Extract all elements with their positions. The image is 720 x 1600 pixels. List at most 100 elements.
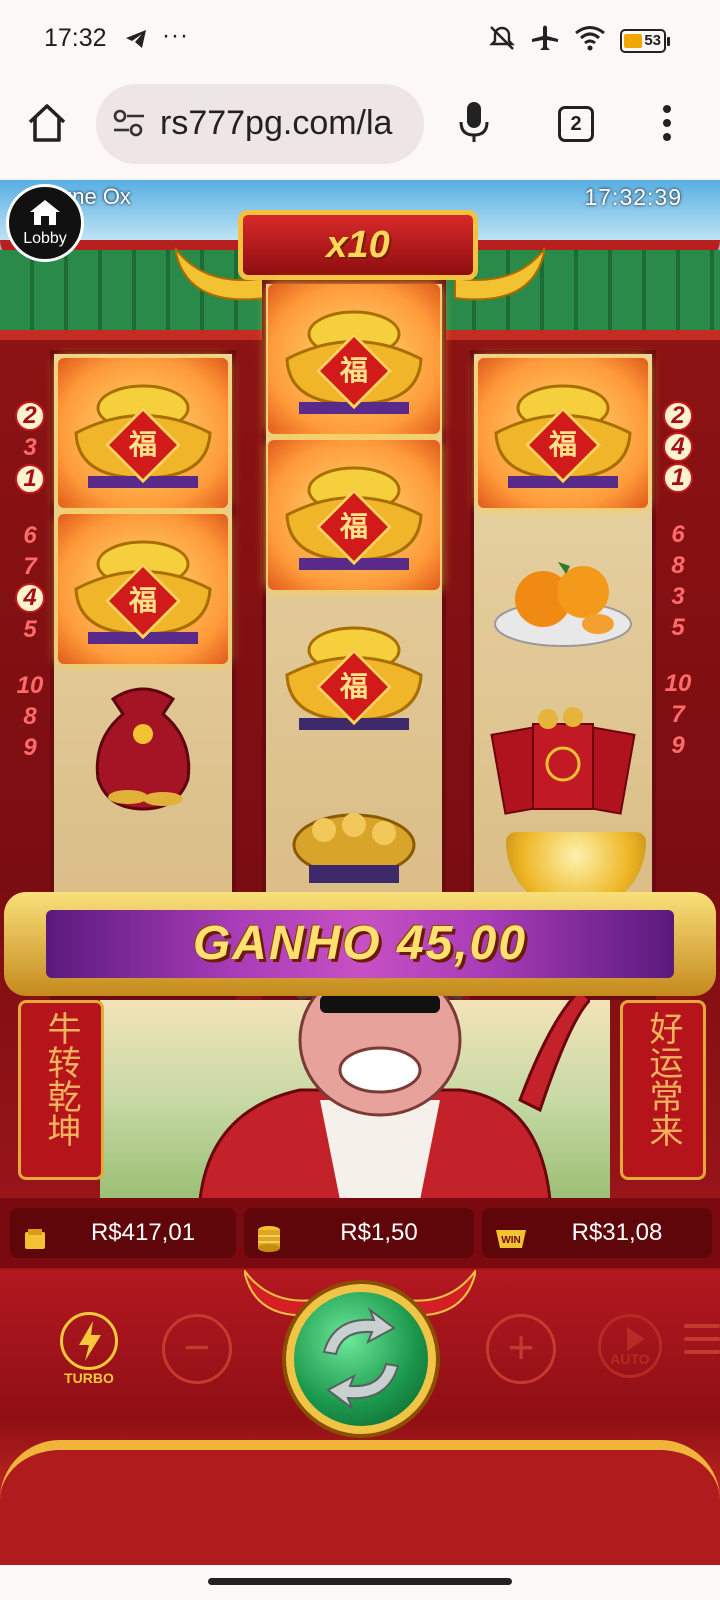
coin-stack-icon (256, 1220, 282, 1270)
paylines-right: 2 4 1 6 8 3 5 10 7 9 (660, 400, 696, 761)
payline-gap (12, 645, 48, 670)
turbo-label: TURBO (64, 1370, 114, 1386)
microphone-icon[interactable] (458, 100, 490, 149)
spin-button[interactable] (286, 1284, 436, 1434)
multiplier-value: x10 (326, 224, 390, 266)
payline-number: 7 (671, 701, 685, 728)
payline-number: 8 (671, 552, 685, 579)
win-banner: GANHO 45,00 (4, 892, 716, 996)
fu-character: 福 (339, 670, 368, 703)
paylines-left: 2 3 1 6 7 4 5 10 8 9 (12, 400, 48, 763)
lucky-bag-icon (95, 687, 191, 811)
balance-display[interactable]: R$417,01 (10, 1208, 236, 1258)
lobby-label: Lobby (23, 230, 67, 247)
status-time: 17:32 (44, 24, 107, 52)
payline-gap (660, 643, 696, 668)
oranges-icon (494, 562, 632, 647)
controls-panel: TURBO − + AUTO (0, 1270, 720, 1565)
win-icon-label: WIN (501, 1235, 520, 1246)
payline-number: 5 (671, 614, 685, 641)
house-icon (30, 200, 60, 225)
wifi-icon (574, 25, 606, 56)
pillar-left-text: 牛转乾坤 (41, 1011, 81, 1147)
increase-bet-button[interactable]: + (486, 1314, 556, 1384)
home-gesture-handle[interactable] (208, 1578, 512, 1585)
payline-number: 4 (15, 583, 45, 613)
fu-character: 福 (548, 428, 577, 461)
coin-pile-icon (292, 813, 416, 883)
payline-number: 8 (23, 703, 37, 730)
home-icon[interactable] (24, 100, 70, 146)
payline-number: 3 (23, 434, 37, 461)
bet-value: R$1,50 (340, 1219, 418, 1246)
site-settings-icon[interactable] (112, 108, 146, 143)
payline-gap (660, 494, 696, 519)
autoplay-button[interactable]: AUTO (598, 1314, 662, 1378)
red-envelopes-icon (490, 707, 636, 815)
battery-level: 53 (644, 31, 661, 49)
payline-number: 5 (23, 616, 37, 643)
bet-display[interactable]: R$1,50 (244, 1208, 474, 1258)
info-bar: R$417,01 R$1,50 WIN R$31,08 (0, 1198, 720, 1268)
payline-number: 9 (671, 732, 685, 759)
win-display: WIN R$31,08 (482, 1208, 712, 1258)
payline-number: 6 (671, 521, 685, 548)
win-banner-inner: GANHO 45,00 (46, 910, 674, 978)
wallet-icon (22, 1220, 48, 1270)
pillar-left: 牛转乾坤 (18, 1000, 104, 1180)
pillar-right-text: 好运常来 (643, 1011, 683, 1147)
fu-character: 福 (128, 428, 157, 461)
more-notifications-icon: ··· (162, 22, 189, 49)
symbol-coin-pile (268, 760, 440, 910)
payline-gap (12, 495, 48, 520)
balance-value: R$417,01 (90, 1219, 196, 1246)
payline-number: 10 (664, 670, 692, 697)
pillar-right: 好运常来 (620, 1000, 706, 1180)
symbol-gold-ingot: 福 (268, 284, 440, 434)
auto-label: AUTO (610, 1351, 650, 1367)
gesture-nav-bar (0, 1565, 720, 1600)
base-frame (0, 1440, 720, 1565)
payline-number: 2 (663, 401, 693, 431)
ox-character (198, 960, 590, 1200)
game-canvas[interactable]: une Ox 17:32:39 Lobby x10 福 福 福 福 福 福 2 … (0, 180, 720, 1565)
status-icons: 53 (488, 24, 670, 57)
battery-icon: 53 (620, 28, 670, 53)
telegram-icon (124, 28, 148, 55)
symbol-gold-ingot: 福 (58, 514, 228, 664)
game-clock: 17:32:39 (584, 184, 682, 210)
payline-number: 1 (15, 464, 45, 494)
payline-number: 2 (15, 401, 45, 431)
airplane-icon (530, 24, 560, 57)
overflow-menu-icon[interactable] (662, 104, 672, 147)
payline-number: 4 (663, 432, 693, 462)
payline-number: 9 (23, 734, 37, 761)
play-icon (627, 1327, 645, 1351)
payline-number: 1 (663, 463, 693, 493)
mute-icon (488, 24, 516, 57)
payline-number: 6 (23, 522, 37, 549)
symbol-gold-ingot: 福 (268, 440, 440, 590)
symbol-gold-ingot: 福 (268, 600, 440, 750)
address-bar[interactable]: rs777pg.com/la (96, 84, 424, 164)
lightning-icon (60, 1312, 118, 1370)
decrease-bet-button[interactable]: − (162, 1314, 232, 1384)
fu-character: 福 (339, 510, 368, 543)
symbol-gold-ingot: 福 (478, 358, 648, 508)
payline-number: 10 (16, 672, 44, 699)
browser-toolbar: rs777pg.com/la 2 (0, 80, 720, 178)
symbol-red-envelopes (478, 684, 648, 834)
symbol-gold-ingot: 福 (58, 358, 228, 508)
lobby-button[interactable]: Lobby (6, 184, 84, 262)
win-amount-text: GANHO 45,00 (192, 917, 528, 970)
spin-arrows-icon (322, 1307, 400, 1411)
url-text[interactable]: rs777pg.com/la (160, 104, 410, 143)
fu-character: 福 (128, 584, 157, 617)
win-value: R$31,08 (571, 1219, 663, 1246)
symbol-oranges (478, 524, 648, 674)
fu-character: 福 (339, 354, 368, 387)
turbo-button[interactable]: TURBO (58, 1312, 120, 1386)
tab-switcher-button[interactable]: 2 (558, 106, 594, 142)
multiplier-badge: x10 (238, 210, 478, 280)
game-menu-icon[interactable] (684, 1324, 720, 1363)
